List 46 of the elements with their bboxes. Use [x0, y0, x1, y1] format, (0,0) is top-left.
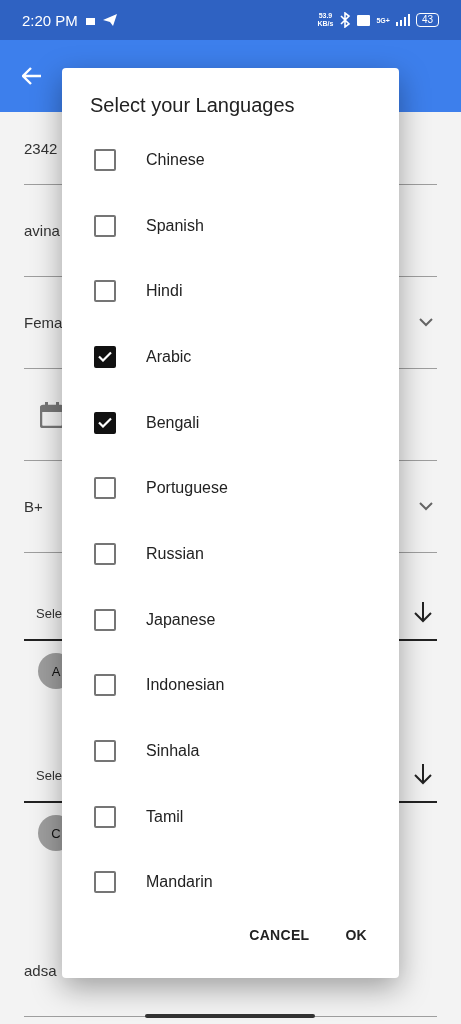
- language-option[interactable]: Spanish: [90, 192, 399, 259]
- dialog-title: Select your Languages: [90, 94, 296, 117]
- checkbox[interactable]: [94, 674, 116, 697]
- status-time: 2:20 PM: [22, 11, 78, 29]
- bluetooth-icon: [339, 12, 352, 28]
- arrow-down-icon[interactable]: [413, 601, 433, 623]
- checkbox[interactable]: [94, 148, 116, 171]
- field-value: 2342: [24, 139, 58, 157]
- check-icon: [98, 351, 112, 363]
- language-option[interactable]: Portuguese: [90, 455, 399, 522]
- language-option[interactable]: Russian: [90, 521, 399, 587]
- back-arrow-icon[interactable]: [22, 67, 42, 85]
- checkbox[interactable]: [94, 477, 116, 500]
- checkbox[interactable]: [94, 805, 116, 828]
- field-value: Sele: [35, 768, 63, 783]
- language-option[interactable]: Sinhala: [90, 718, 399, 784]
- checkbox[interactable]: [94, 214, 116, 237]
- battery-level: 43: [415, 13, 439, 27]
- field-value: B+: [24, 498, 43, 515]
- checkbox[interactable]: [94, 542, 116, 565]
- checkbox[interactable]: [94, 740, 116, 763]
- field-value: avina: [24, 222, 60, 239]
- language-option[interactable]: Hindi: [90, 258, 399, 325]
- language-option[interactable]: Mandarin: [90, 849, 399, 916]
- checkbox[interactable]: [94, 411, 116, 434]
- checkbox[interactable]: [94, 345, 116, 368]
- checkbox[interactable]: [94, 608, 116, 631]
- dialog-button[interactable]: OK: [331, 917, 381, 954]
- field-value: Fema: [24, 314, 63, 331]
- language-option[interactable]: Indonesian: [90, 652, 399, 719]
- checkbox[interactable]: [94, 871, 116, 894]
- chevron-down-icon: [419, 318, 433, 327]
- field-value: adsa: [24, 962, 57, 979]
- check-icon: [98, 417, 112, 429]
- dialog-button[interactable]: CANCEL: [235, 917, 324, 954]
- chevron-down-icon: [419, 502, 433, 511]
- arrow-down-icon[interactable]: [413, 763, 433, 785]
- send-icon: [102, 14, 117, 26]
- language-option[interactable]: Bengali: [90, 389, 399, 456]
- checkbox[interactable]: [94, 280, 116, 303]
- signal-icon: [395, 14, 410, 26]
- language-option[interactable]: Japanese: [90, 586, 399, 653]
- language-option[interactable]: Arabic: [90, 324, 399, 390]
- language-option[interactable]: Tamil: [90, 783, 399, 850]
- field-value: Sele: [35, 606, 63, 621]
- language-option[interactable]: Chinese: [90, 127, 399, 193]
